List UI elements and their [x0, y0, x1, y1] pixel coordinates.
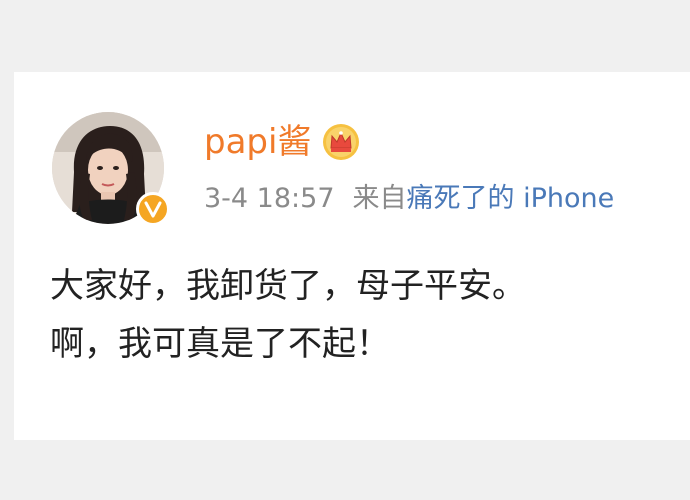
- post-text-line: 大家好，我卸货了，母子平安。: [50, 266, 526, 306]
- source-prefix: 来自: [352, 183, 407, 214]
- username[interactable]: papi酱: [204, 125, 311, 159]
- post-meta: 3-4 18:57 来自痛死了的 iPhone: [204, 185, 614, 212]
- post-text: 大家好，我卸货了，母子平安。 啊，我可真是了不起！: [50, 257, 680, 373]
- username-row: papi酱: [204, 122, 361, 162]
- source-link[interactable]: 痛死了的 iPhone: [407, 183, 615, 214]
- weibo-post-card: papi酱 3-4 18:57 来自痛死了的 iPhone 大家好，我卸货了，母子…: [14, 72, 690, 440]
- crown-icon[interactable]: [321, 122, 361, 162]
- post-text-line: 啊，我可真是了不起！: [50, 324, 390, 364]
- verified-v-icon: [136, 192, 170, 226]
- post-timestamp[interactable]: 3-4 18:57: [204, 183, 335, 214]
- avatar-container[interactable]: [52, 112, 170, 226]
